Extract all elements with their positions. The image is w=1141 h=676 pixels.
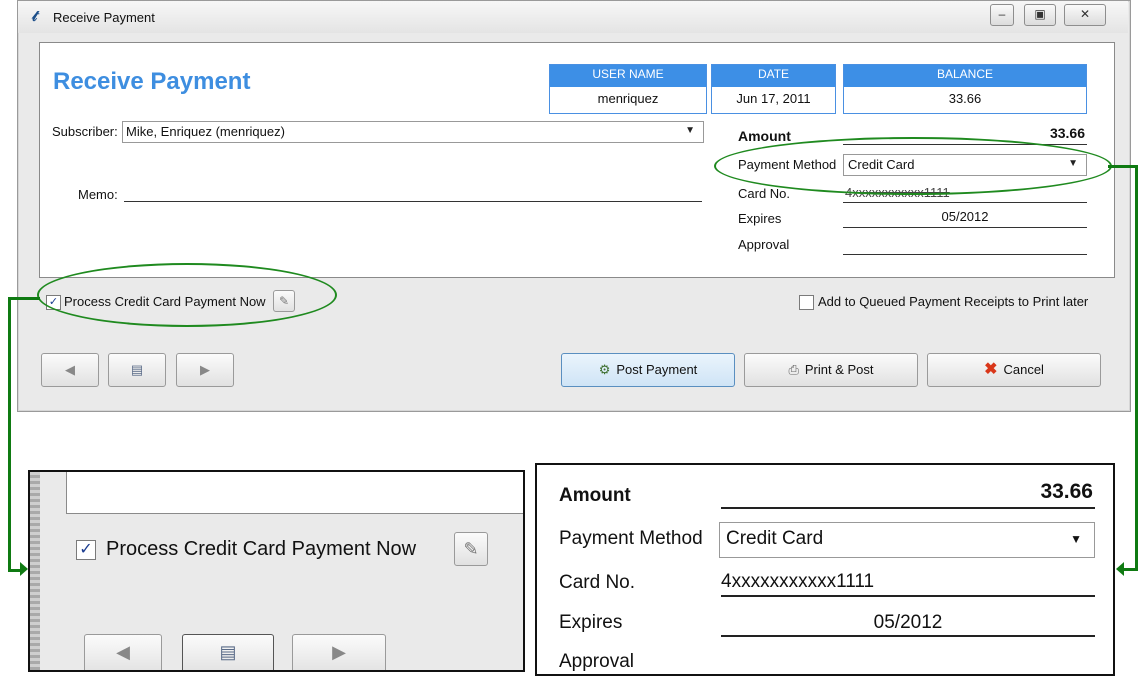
cancel-button[interactable]: ✖ Cancel [927,353,1101,387]
previous-button[interactable]: ◀ [41,353,99,387]
document-button[interactable]: ▤ [108,353,166,387]
zoom-payment-method-value: Credit Card [726,528,824,549]
connector-line [1108,165,1138,168]
zoom-amount-field[interactable]: 33.66 [721,477,1095,509]
zoom-document-button[interactable]: ▤ [182,634,274,670]
zoom-expires-value: 05/2012 [873,612,943,633]
print-post-button[interactable]: ⎙ Print & Post [744,353,918,387]
date-label: DATE [712,65,835,87]
minimize-button[interactable]: – [990,4,1014,26]
queued-receipts-label: Add to Queued Payment Receipts to Print … [818,294,1089,309]
connector-line [8,297,11,572]
minimize-icon: – [998,7,1006,21]
arrow-right-icon: ▶ [332,642,346,662]
red-x-icon: ✖ [984,361,998,378]
user-name-box: USER NAME menriquez [549,64,707,114]
payment-method-highlight [714,137,1112,195]
zoom-edge [30,472,40,670]
arrow-left-icon: ◀ [65,362,75,377]
post-payment-label: Post Payment [616,362,698,377]
balance-label: BALANCE [844,65,1086,87]
date-box: DATE Jun 17, 2011 [711,64,836,114]
chevron-down-icon: ▼ [685,125,695,136]
user-name-label: USER NAME [550,65,706,87]
zoom-process-cc-label: Process Credit Card Payment Now [106,538,417,560]
money-icon: ⚙ [598,362,611,377]
connector-arrow-icon [1116,562,1124,576]
date-value: Jun 17, 2011 [736,91,811,106]
maximize-button[interactable]: ▣ [1024,4,1056,26]
subscriber-value: Mike, Enriquez (menriquez) [126,124,285,139]
zoom-expires-field[interactable]: 05/2012 [721,609,1095,637]
memo-input[interactable] [124,183,702,202]
zoom-next-button[interactable]: ▶ [292,634,386,670]
zoom-process-cc-checkbox[interactable]: ✓ [76,540,96,560]
queued-receipts-checkbox[interactable] [799,295,814,310]
zoom-amount-value: 33.66 [1040,480,1093,503]
post-payment-button[interactable]: ⚙ Post Payment [561,353,735,387]
arrow-right-icon: ▶ [200,362,210,377]
zoom-form-panel [66,472,523,514]
balance-value: 33.66 [948,91,982,106]
zoom-panel-payment-details: Amount 33.66 Payment Method Credit Card … [535,463,1115,676]
arrow-left-icon: ◀ [116,642,130,662]
balance-box: BALANCE 33.66 [843,64,1087,114]
process-cc-highlight [37,263,337,327]
page-title: Receive Payment [53,68,251,95]
zoom-payment-method-dropdown[interactable]: Credit Card ▼ [719,522,1095,558]
document-icon: ▤ [219,642,237,662]
expires-field[interactable]: 05/2012 [843,209,1087,228]
maximize-icon: ▣ [1034,7,1046,21]
amount-label: Amount [738,128,791,144]
print-post-label: Print & Post [804,362,874,377]
zoom-card-no-value: 4xxxxxxxxxxx1111 [721,571,875,592]
zoom-amount-label: Amount [559,485,631,506]
app-icon: 𝓉 [32,8,38,25]
window-title: Receive Payment [53,10,155,25]
zoom-card-no-label: Card No. [559,572,636,593]
close-icon: ✕ [1079,7,1091,21]
user-name-value: menriquez [597,91,659,106]
memo-label: Memo: [78,187,118,202]
zoom-approval-label: Approval [559,651,634,672]
amount-value: 33.66 [1049,125,1085,141]
zoom-card-no-field[interactable]: 4xxxxxxxxxxx1111 [721,569,1095,597]
printer-icon: ⎙ [788,362,799,377]
expires-value: 05/2012 [941,209,989,224]
title-bar[interactable] [18,1,1128,33]
connector-line [8,297,40,300]
subscriber-dropdown[interactable]: Mike, Enriquez (menriquez) ▼ [122,121,704,143]
approval-label: Approval [738,237,790,252]
connector-arrow-icon [20,562,28,576]
approval-field[interactable] [843,235,1087,255]
subscriber-label: Subscriber: [52,124,118,139]
document-icon: ▤ [130,362,144,377]
next-button[interactable]: ▶ [176,353,234,387]
zoom-expires-label: Expires [559,612,623,633]
chevron-down-icon: ▼ [1070,532,1082,546]
expires-label: Expires [738,211,782,226]
connector-line [1135,165,1138,571]
pencil-icon: ✎ [463,539,479,559]
close-button[interactable]: ✕ [1064,4,1106,26]
connector-line [1124,568,1138,571]
zoom-previous-button[interactable]: ◀ [84,634,162,670]
card-no-label: Card No. [738,186,791,201]
cancel-label: Cancel [1003,362,1044,377]
zoom-edit-cc-button[interactable]: ✎ [454,532,488,566]
zoom-payment-method-label: Payment Method [559,528,703,549]
zoom-panel-process-cc: ✓ Process Credit Card Payment Now ✎ ◀ ▤ … [28,470,525,672]
